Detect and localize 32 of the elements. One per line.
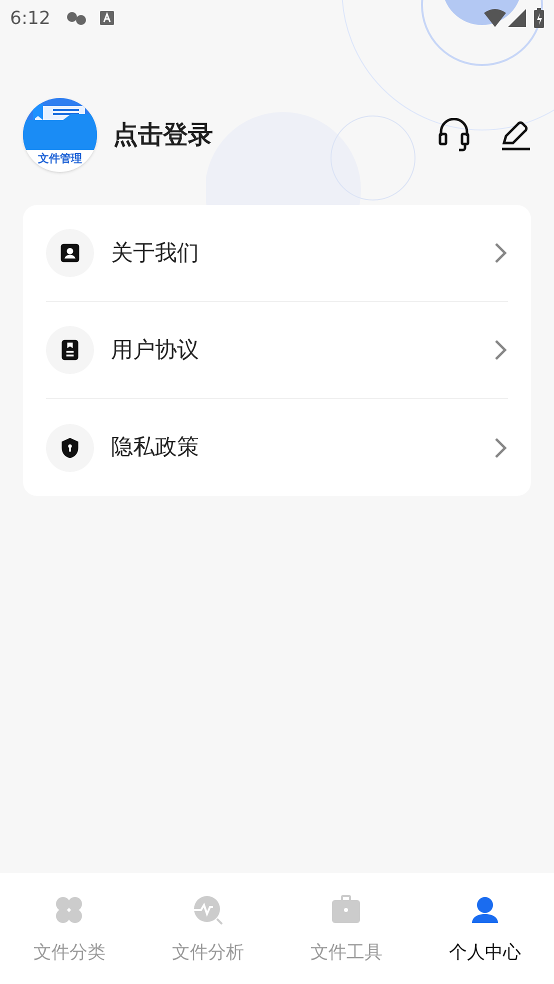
menu-label: 隐私政策 — [111, 434, 199, 462]
briefcase-icon — [331, 895, 362, 925]
menu-item[interactable]: 关于我们 — [46, 205, 508, 302]
chevron-right-icon — [494, 436, 508, 458]
chevron-right-icon — [494, 339, 508, 361]
chevron-right-icon — [494, 242, 508, 264]
menu-item[interactable]: 隐私政策 — [46, 399, 508, 496]
analysis-icon — [192, 895, 223, 925]
contact-card-icon — [59, 242, 81, 264]
keyboard-icon — [100, 11, 114, 25]
document-icon — [59, 339, 81, 361]
menu-label: 用户协议 — [111, 336, 199, 364]
person-icon — [470, 895, 500, 925]
connection-icon — [66, 11, 88, 25]
tab-label: 文件分类 — [33, 941, 106, 965]
tab-label: 个人中心 — [448, 941, 521, 965]
tab-label: 文件工具 — [310, 941, 382, 965]
wifi-icon — [484, 9, 506, 27]
battery-icon — [534, 8, 544, 28]
headset-icon[interactable] — [438, 118, 470, 152]
clover-icon — [54, 895, 84, 925]
folder-icon — [23, 98, 97, 150]
edit-icon[interactable] — [500, 119, 532, 151]
shield-icon — [59, 436, 81, 458]
login-link[interactable]: 点击登录 — [113, 116, 213, 154]
tab[interactable]: 个人中心 — [416, 873, 554, 984]
menu-item[interactable]: 用户协议 — [46, 302, 508, 399]
signal-icon — [508, 9, 526, 27]
menu-label: 关于我们 — [111, 240, 199, 268]
status-time: 6:12 — [10, 6, 50, 30]
tab-label: 文件分析 — [172, 941, 244, 965]
logo-text: 文件管理 — [38, 151, 82, 167]
